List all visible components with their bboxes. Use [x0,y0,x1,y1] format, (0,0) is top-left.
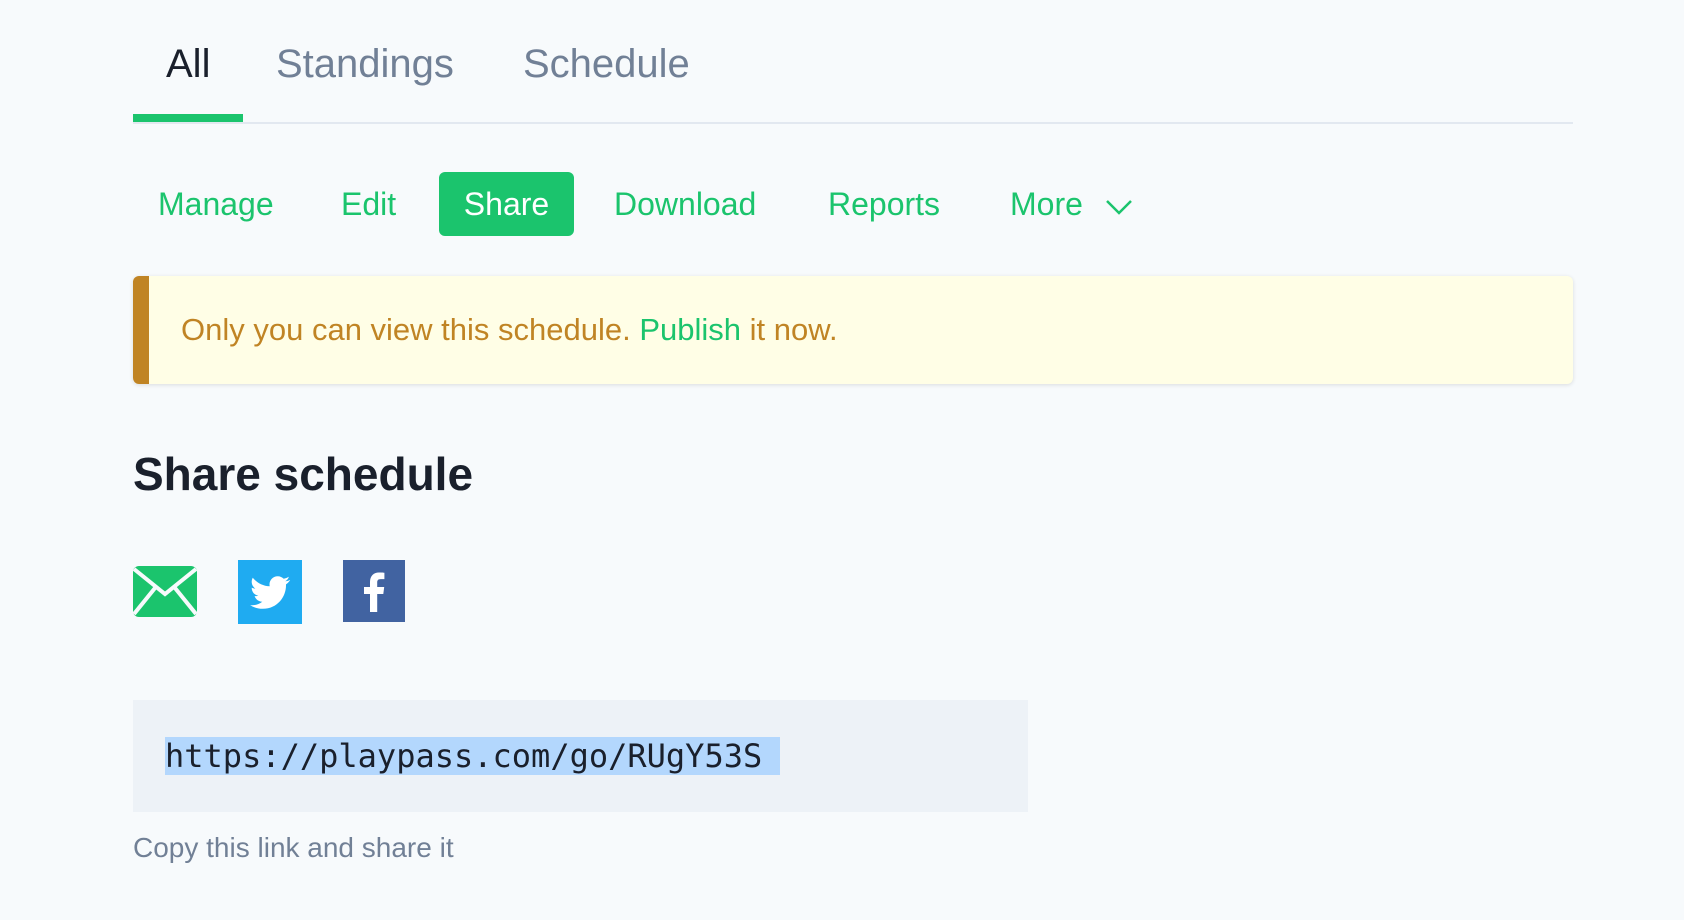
more-dropdown[interactable]: More [1010,172,1133,236]
tab-standings[interactable]: Standings [276,38,454,90]
facebook-icon[interactable] [343,560,405,627]
more-label: More [1010,186,1083,222]
tab-all[interactable]: All [166,38,210,90]
active-tab-indicator [133,114,243,122]
reports-button[interactable]: Reports [828,172,940,236]
banner-accent-bar [133,276,149,384]
manage-button[interactable]: Manage [158,172,274,236]
share-button[interactable]: Share [439,172,574,236]
tab-bar: All Standings Schedule [133,0,1573,124]
banner-text: Only you can view this schedule. [181,312,631,347]
share-link-box[interactable]: https://playpass.com/go/RUgY53S [133,700,1028,812]
banner-message: Only you can view this schedule. Publish… [181,276,838,384]
tab-schedule[interactable]: Schedule [523,38,690,90]
edit-button[interactable]: Edit [341,172,396,236]
visibility-warning-banner: Only you can view this schedule. Publish… [133,276,1573,384]
share-link-text[interactable]: https://playpass.com/go/RUgY53S [165,737,781,775]
banner-suffix: it now. [749,312,838,347]
share-link-caption: Copy this link and share it [133,832,454,863]
twitter-icon[interactable] [238,560,302,629]
publish-link[interactable]: Publish [639,312,741,347]
email-icon[interactable] [132,566,198,622]
share-heading: Share schedule [133,448,474,500]
download-button[interactable]: Download [614,172,756,236]
chevron-down-icon [1105,172,1133,236]
